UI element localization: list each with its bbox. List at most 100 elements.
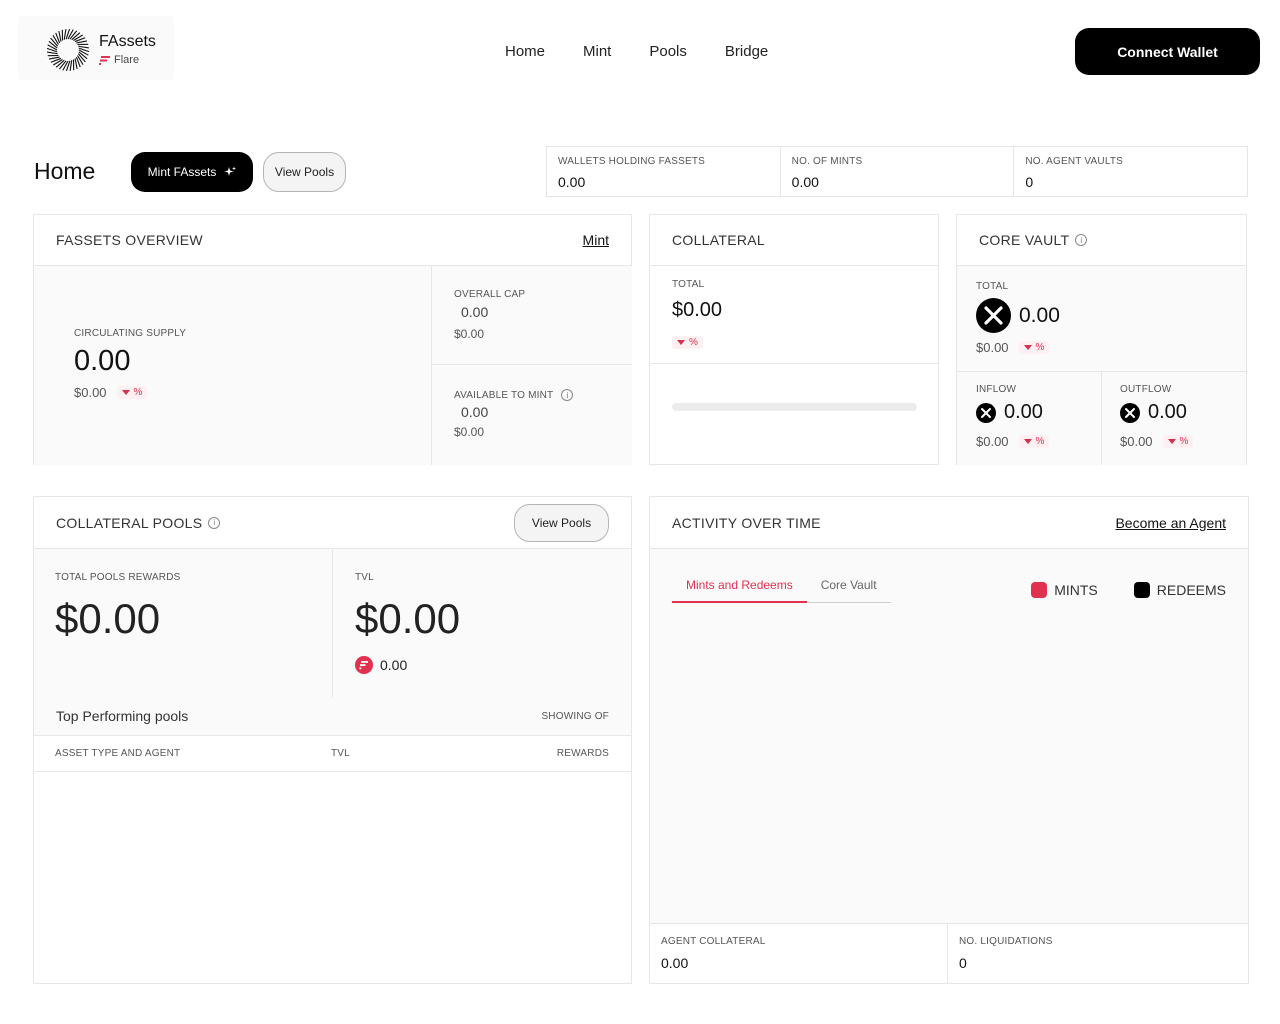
change-badge: % [1018,435,1050,448]
fassets-logo-icon [46,28,90,72]
card-header: COLLATERAL POOLS i View Pools [34,497,631,549]
tab-core-vault[interactable]: Core Vault [807,578,891,602]
stat-agent-vaults: NO. AGENT VAULTS 0 [1014,147,1247,196]
overall-cap-usd: $0.00 [454,327,485,341]
overall-cap-value: 0.00 [461,304,489,320]
collateral-total-value: $0.00 [672,299,723,321]
tab-mints-redeems[interactable]: Mints and Redeems [672,578,807,603]
mint-fassets-button[interactable]: Mint FAssets [131,152,253,192]
down-arrow-icon [1023,439,1032,444]
col-asset-type: ASSET TYPE AND AGENT [55,748,181,759]
down-arrow-icon [1167,439,1176,444]
change-pct: % [133,387,143,398]
mint-fassets-label: Mint FAssets [147,165,217,179]
agent-collateral-value: 0.00 [661,955,689,971]
inflow-row: 0.00 [976,401,1043,424]
circulating-supply-usd: $0.00 [74,385,107,400]
core-vault-total-label: TOTAL [976,281,1009,292]
brand-logo[interactable]: FAssets Flare [18,16,174,80]
total-pools-rewards-panel: TOTAL POOLS REWARDS $0.00 [34,549,332,697]
xrp-icon [1120,402,1140,423]
tvl-label: TVL [355,572,374,583]
liquidations-panel: NO. LIQUIDATIONS 0 [948,923,1248,983]
pools-table-header: ASSET TYPE AND AGENT TVL REWARDS [34,735,631,772]
nav-home[interactable]: Home [505,43,545,60]
change-pct: % [1035,436,1045,447]
stat-value: 0.00 [558,174,586,190]
down-arrow-icon [677,340,685,345]
change-pct: % [1035,342,1045,353]
view-pools-button[interactable]: View Pools [263,152,346,192]
info-icon[interactable]: i [561,389,574,401]
core-vault-total-value: 0.00 [1019,303,1060,327]
showing-of-label: SHOWING OF [541,710,609,722]
liquidations-value: 0 [959,955,967,971]
fassets-overview-card: FASSETS OVERVIEW Mint CIRCULATING SUPPLY… [33,214,632,465]
brand-subtitle: Flare [99,54,139,66]
chart-legend: MINTS REDEEMS [1031,582,1226,598]
collateral-card: COLLATERAL TOTAL $0.00 % [649,214,939,465]
inflow-value: 0.00 [1004,401,1043,423]
change-pct: % [1179,436,1189,447]
available-to-mint-panel: AVAILABLE TO MINT i 0.00 $0.00 [431,365,632,465]
activity-chart-area: Mints and Redeems Core Vault MINTS REDEE… [650,549,1248,923]
overall-cap-panel: OVERALL CAP 0.00 $0.00 [431,266,632,365]
brand-title: FAssets [99,33,156,50]
stat-label: NO. OF MINTS [791,156,863,167]
change-badge: % [1018,341,1050,354]
stat-value: 0 [1025,174,1034,190]
stat-label: WALLETS HOLDING FASSETS [558,156,706,167]
info-icon[interactable]: i [1075,234,1088,246]
available-to-mint-label-row: AVAILABLE TO MINT i [454,389,574,401]
card-title: COLLATERAL POOLS [56,514,203,531]
core-vault-card: CORE VAULT i TOTAL 0.00 $0.00 % INFLOW 0… [956,214,1247,465]
connect-wallet-button[interactable]: Connect Wallet [1075,28,1260,75]
collateral-progress-bar [672,403,917,411]
total-pools-rewards-value: $0.00 [55,595,161,642]
xrp-icon [976,298,1011,333]
core-vault-usd-row: $0.00 % [976,340,1050,355]
nav-pools[interactable]: Pools [649,43,687,60]
mint-link[interactable]: Mint [583,232,609,248]
tvl-panel: TVL $0.00 0.00 [332,549,631,697]
change-badge: % [672,336,703,349]
inflow-usd: $0.00 [976,434,1009,449]
legend-mints: MINTS [1031,582,1098,598]
stat-no-mints: NO. OF MINTS 0.00 [781,147,1015,196]
change-badge: % [116,386,148,399]
card-title-row: COLLATERAL POOLS i [56,514,221,531]
top-performing-label: Top Performing pools [56,708,189,724]
stat-label: NO. AGENT VAULTS [1025,156,1124,167]
overall-cap-label: OVERALL CAP [454,289,526,300]
brand-subtitle-text: Flare [114,54,140,66]
xrp-icon [976,402,996,423]
card-header: FASSETS OVERVIEW Mint [34,215,631,266]
circulating-supply-panel: CIRCULATING SUPPLY 0.00 $0.00 % [34,266,431,465]
collateral-total-label: TOTAL [672,279,705,290]
liquidations-label: NO. LIQUIDATIONS [959,936,1053,947]
flare-token-icon [355,656,373,674]
page-title: Home [34,158,96,184]
view-pools-card-button[interactable]: View Pools [514,503,609,542]
stat-value: 0.00 [791,174,819,190]
legend-label: REDEEMS [1156,582,1226,598]
legend-swatch-redeems [1133,582,1150,598]
core-vault-total-row: 0.00 [976,298,1060,333]
flr-row: 0.00 [355,656,407,674]
inflow-panel: INFLOW 0.00 $0.00 % [957,372,1102,465]
info-icon[interactable]: i [208,516,221,529]
outflow-usd-row: $0.00 % [1120,434,1194,449]
nav-bridge[interactable]: Bridge [725,43,768,60]
inflow-label: INFLOW [976,384,1017,395]
stats-strip: WALLETS HOLDING FASSETS 0.00 NO. OF MINT… [546,146,1248,197]
available-to-mint-usd: $0.00 [454,425,485,439]
circulating-supply-usd-row: $0.00 % [74,385,148,400]
inflow-usd-row: $0.00 % [976,434,1050,449]
card-title: FASSETS OVERVIEW [56,232,203,248]
nav-mint[interactable]: Mint [583,43,611,60]
outflow-label: OUTFLOW [1120,384,1172,395]
available-to-mint-value: 0.00 [461,404,489,420]
change-pct: % [689,337,698,348]
become-agent-link[interactable]: Become an Agent [1115,515,1226,531]
change-badge: % [1162,435,1194,448]
